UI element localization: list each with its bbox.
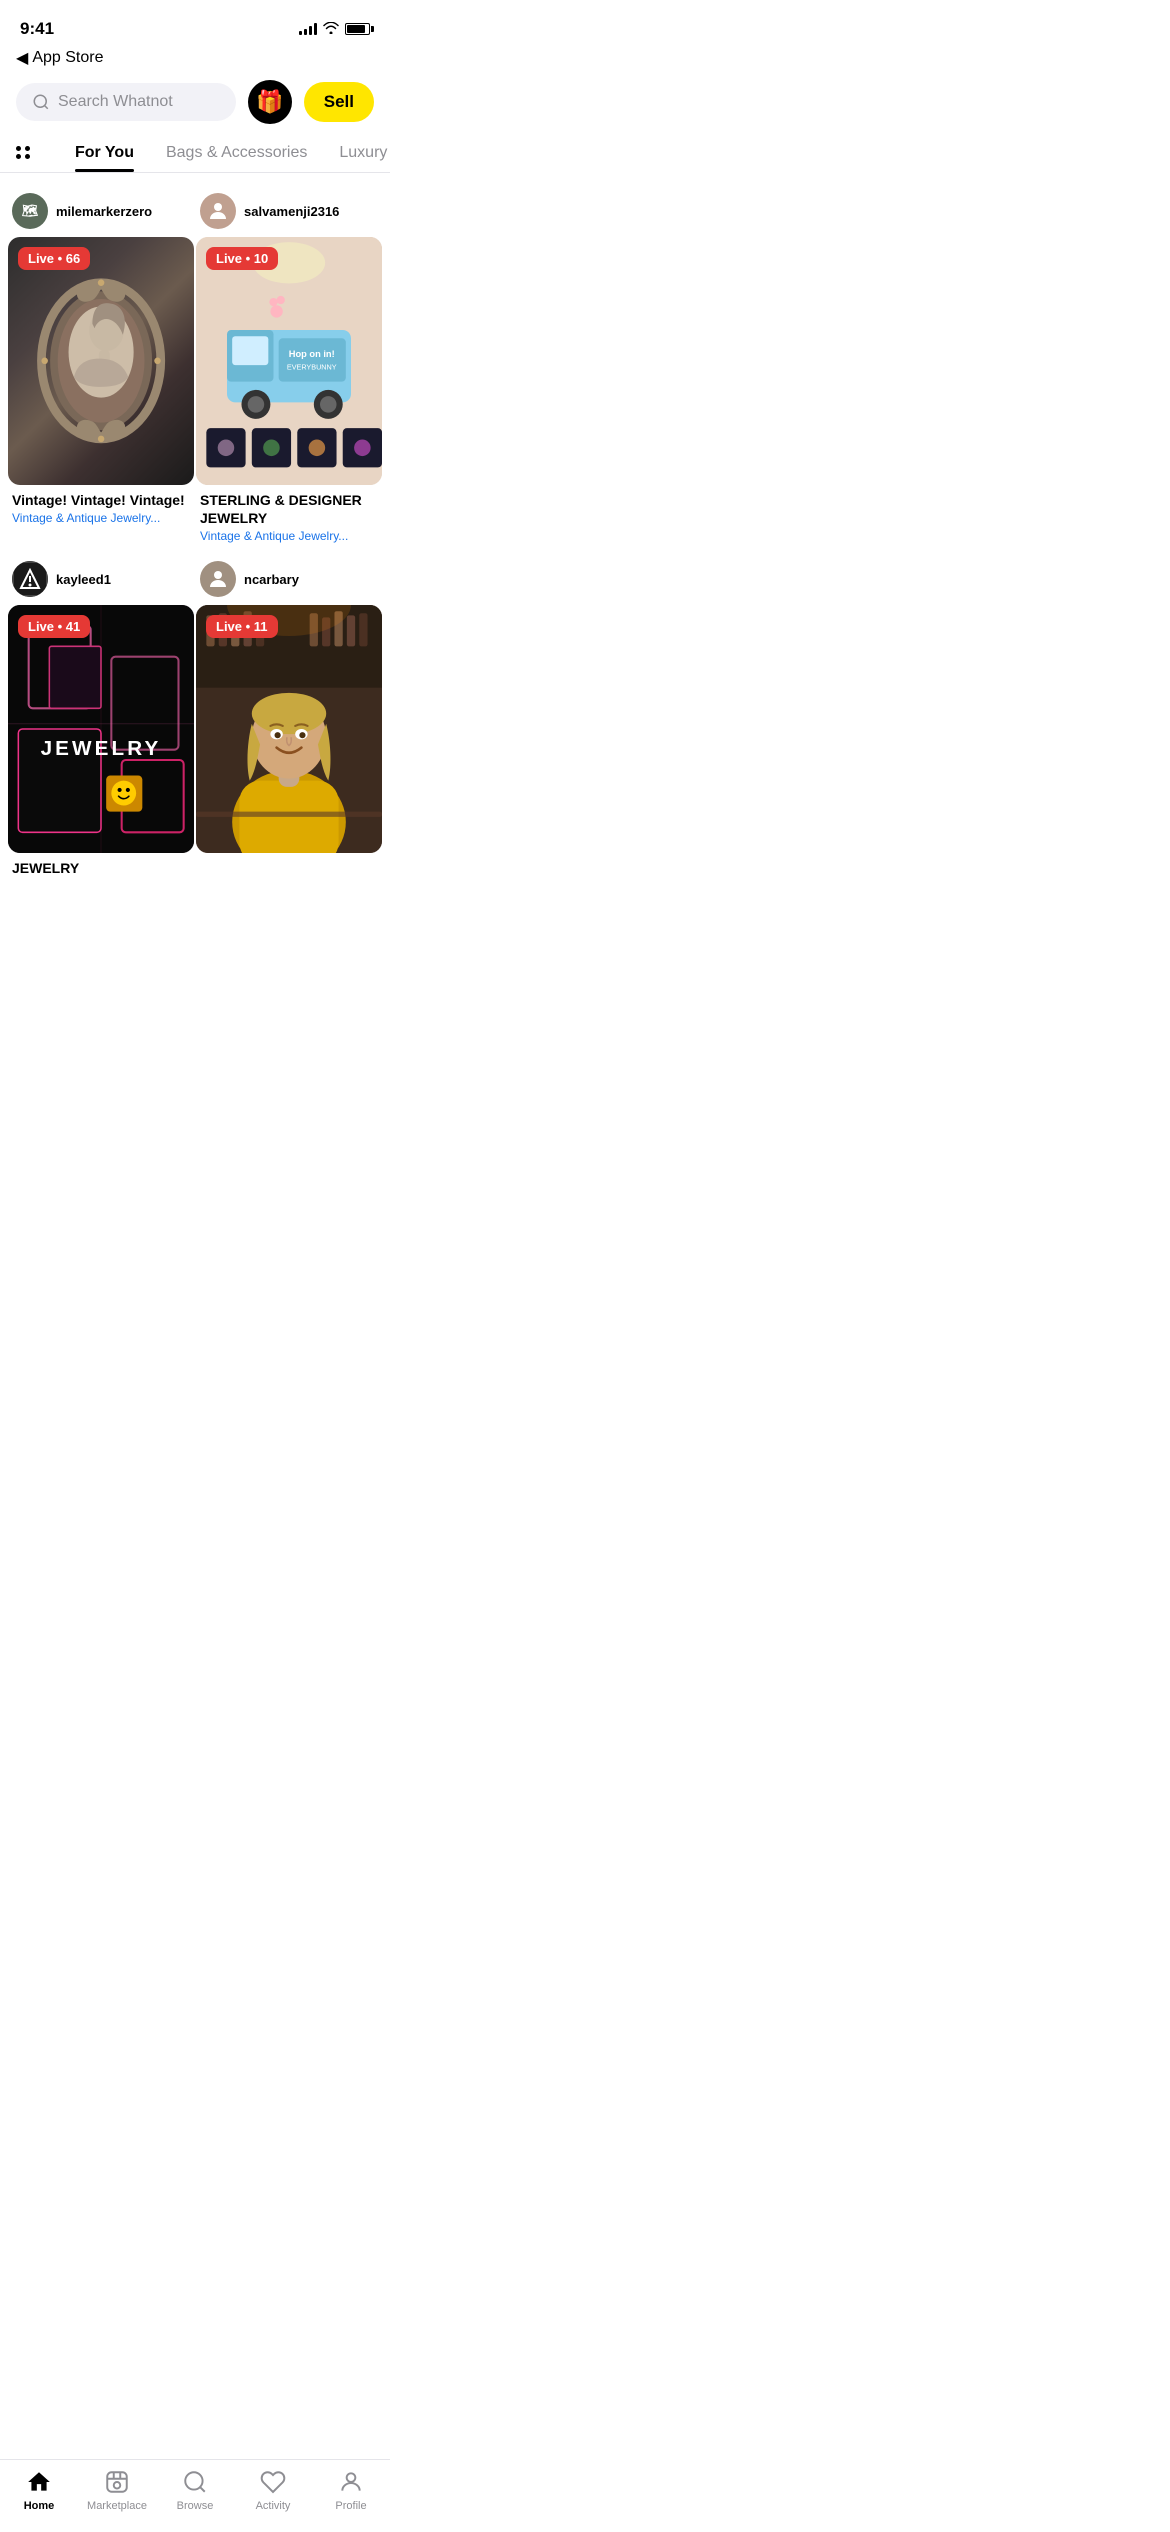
- avatar: [12, 561, 48, 597]
- seller-name: milemarkerzero: [56, 204, 152, 219]
- back-arrow-icon: ◀: [16, 48, 28, 68]
- category-tabs: For You Bags & Accessories Luxury Bags: [0, 132, 390, 173]
- tab-bags-accessories[interactable]: Bags & Accessories: [150, 132, 323, 172]
- nav-marketplace[interactable]: Marketplace: [78, 2468, 156, 2512]
- card-image: Live • 66: [8, 237, 194, 485]
- card-title: Vintage! Vintage! Vintage!: [8, 485, 194, 511]
- tab-for-you[interactable]: For You: [59, 132, 150, 172]
- profile-icon: [337, 2468, 365, 2496]
- card-category: [8, 880, 194, 888]
- live-badge: Live • 41: [18, 615, 90, 638]
- filter-button[interactable]: [16, 134, 31, 171]
- live-card[interactable]: ncarbary: [196, 553, 382, 887]
- card-seller: ncarbary: [196, 553, 382, 605]
- seller-name: ncarbary: [244, 572, 299, 587]
- card-seller: kayleed1: [8, 553, 194, 605]
- nav-marketplace-label: Marketplace: [87, 2500, 147, 2512]
- card-category: [196, 861, 382, 869]
- card-title: STERLING & DESIGNER JEWELRY: [196, 485, 382, 529]
- live-card[interactable]: 🗺 milemarkerzero: [8, 185, 194, 551]
- person-svg: [196, 605, 382, 853]
- nav-home-label: Home: [24, 2500, 55, 2512]
- avatar: 🗺: [12, 193, 48, 229]
- seller-name: kayleed1: [56, 572, 111, 587]
- live-badge: Live • 66: [18, 247, 90, 270]
- marketplace-icon: [103, 2468, 131, 2496]
- live-badge: Live • 10: [206, 247, 278, 270]
- live-badge: Live • 11: [206, 615, 278, 638]
- cameo-svg: [36, 274, 166, 448]
- seller-name: salvamenji2316: [244, 204, 339, 219]
- hop-svg: Hop on in! EVERYBUNNY: [196, 237, 382, 485]
- card-title: [196, 853, 382, 861]
- nav-profile-label: Profile: [335, 2500, 366, 2512]
- card-seller: salvamenji2316: [196, 185, 382, 237]
- bottom-nav: Home Marketplace Browse: [0, 2459, 390, 2532]
- nav-activity[interactable]: Activity: [234, 2468, 312, 2512]
- home-icon: [25, 2468, 53, 2496]
- card-image: Hop on in! EVERYBUNNY: [196, 237, 382, 485]
- battery-icon: [345, 23, 370, 35]
- svg-text:Hop on in!: Hop on in!: [289, 349, 335, 359]
- card-title: JEWELRY: [8, 853, 194, 879]
- live-grid: 🗺 milemarkerzero: [0, 173, 390, 900]
- browse-icon: [181, 2468, 209, 2496]
- nav-browse-label: Browse: [177, 2500, 214, 2512]
- nav-profile[interactable]: Profile: [312, 2468, 390, 2512]
- wifi-icon: [323, 21, 339, 37]
- gift-button[interactable]: 🎁: [248, 80, 292, 124]
- nav-activity-label: Activity: [256, 2500, 291, 2512]
- card-seller: 🗺 milemarkerzero: [8, 185, 194, 237]
- back-nav[interactable]: ◀ App Store: [0, 44, 390, 72]
- header: Search Whatnot 🎁 Sell: [0, 72, 390, 132]
- nav-browse[interactable]: Browse: [156, 2468, 234, 2512]
- search-placeholder: Search Whatnot: [58, 93, 173, 111]
- nav-home[interactable]: Home: [0, 2468, 78, 2512]
- signal-icon: [299, 23, 317, 35]
- status-icons: [299, 21, 370, 37]
- status-time: 9:41: [20, 19, 54, 39]
- card-category: Vintage & Antique Jewelry...: [8, 511, 194, 533]
- avatar: [200, 561, 236, 597]
- card-image: JEWELRY Live • 41: [8, 605, 194, 853]
- search-bar[interactable]: Search Whatnot: [16, 83, 236, 121]
- sell-button[interactable]: Sell: [304, 82, 374, 122]
- tab-luxury-bags[interactable]: Luxury Bags: [323, 132, 390, 172]
- card-image: Live • 11: [196, 605, 382, 853]
- status-bar: 9:41: [0, 0, 390, 44]
- avatar: [200, 193, 236, 229]
- activity-icon: [259, 2468, 287, 2496]
- svg-text:EVERYBUNNY: EVERYBUNNY: [287, 362, 337, 371]
- live-card[interactable]: kayleed1 JEWELRY: [8, 553, 194, 887]
- card-category: Vintage & Antique Jewelry...: [196, 529, 382, 551]
- back-label: App Store: [32, 49, 103, 67]
- jewelry-svg: JEWELRY: [8, 605, 194, 853]
- live-card[interactable]: salvamenji2316 Hop on in! EVERYBUNNY: [196, 185, 382, 551]
- search-icon: [32, 93, 50, 111]
